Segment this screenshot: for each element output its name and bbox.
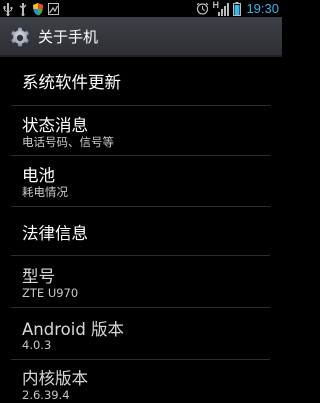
list-item-battery[interactable]: 电池 耗电情况	[0, 156, 282, 206]
item-title: 电池	[22, 166, 55, 185]
item-title: 状态消息	[22, 116, 88, 135]
list-item-kernel-version: 内核版本 2.6.39.4	[0, 360, 282, 403]
clock: 19:30	[246, 1, 279, 16]
shield-icon	[33, 2, 43, 15]
item-title: 内核版本	[22, 369, 88, 388]
item-subtitle: 2.6.39.4	[22, 388, 70, 402]
list-item-model: 型号 ZTE U970	[0, 256, 282, 306]
item-title: Android 版本	[22, 320, 125, 339]
item-subtitle: 耗电情况	[22, 185, 68, 199]
list-item-status[interactable]: 状态消息 电话号码、信号等	[0, 106, 282, 155]
list-item-system-update[interactable]: 系统软件更新	[0, 59, 282, 105]
item-title: 法律信息	[22, 224, 88, 243]
status-bar: H 19:30	[0, 0, 282, 17]
item-subtitle: ZTE U970	[22, 286, 79, 300]
item-subtitle: 4.0.3	[22, 338, 52, 352]
usb-debug-icon	[19, 2, 27, 16]
item-subtitle: 电话号码、信号等	[22, 135, 114, 149]
action-bar: 关于手机	[0, 17, 282, 57]
photo-icon	[48, 2, 59, 15]
item-title: 型号	[22, 267, 55, 286]
list-item-android-version[interactable]: Android 版本 4.0.3	[0, 308, 282, 359]
signal-icon	[218, 3, 230, 16]
system-icons: H 19:30	[196, 0, 279, 17]
signal-strength: H	[212, 0, 230, 16]
alarm-icon	[197, 2, 209, 15]
battery-icon	[233, 1, 242, 16]
notification-icons	[2, 1, 59, 16]
page-title: 关于手机	[38, 28, 99, 46]
usb-icon	[3, 2, 13, 16]
item-title: 系统软件更新	[22, 73, 121, 92]
settings-gear-icon[interactable]	[8, 26, 32, 50]
list-item-legal[interactable]: 法律信息	[0, 207, 282, 255]
